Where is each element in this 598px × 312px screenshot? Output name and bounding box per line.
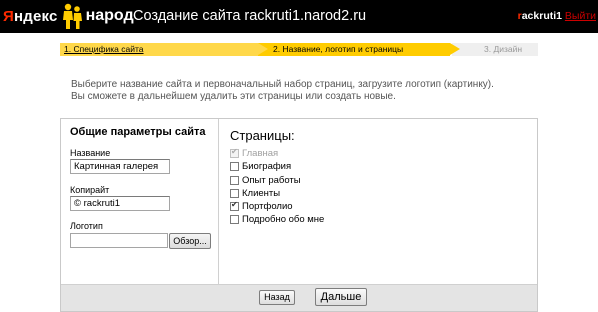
page-label-clients: Клиенты xyxy=(242,187,281,199)
next-button[interactable]: Дальше xyxy=(315,288,367,306)
step-2-arrow xyxy=(450,43,460,55)
page-item-experience[interactable]: Опыт работы xyxy=(230,174,301,186)
name-label: Название xyxy=(70,148,111,158)
page-label-portfolio: Портфолио xyxy=(242,200,293,212)
page-item-home: Главная xyxy=(230,147,278,159)
checkbox-clients[interactable] xyxy=(230,188,239,198)
general-settings: Общие параметры сайта Название Копирайт … xyxy=(61,119,219,284)
page-item-about-me[interactable]: Подробно обо мне xyxy=(230,213,324,225)
page-item-biography[interactable]: Биография xyxy=(230,160,291,172)
copyright-input[interactable] xyxy=(70,196,170,211)
page-title: Создание сайта rackruti1.narod2.ru xyxy=(133,8,367,24)
checkbox-portfolio[interactable] xyxy=(230,200,239,211)
logo-yandex: Яндекс xyxy=(3,7,58,25)
checkbox-experience[interactable] xyxy=(230,175,239,185)
checkbox-biography[interactable] xyxy=(230,161,239,171)
settings-panel: Общие параметры сайта Название Копирайт … xyxy=(60,118,538,312)
page-label-home: Главная xyxy=(242,147,279,159)
page-item-clients[interactable]: Клиенты xyxy=(230,187,280,199)
step-2-label: 2. Название, логотип и страницы xyxy=(273,44,404,54)
narod-figures-icon xyxy=(62,3,82,29)
page-label-about-me: Подробно обо мне xyxy=(242,213,325,225)
yandex-narod-logo[interactable]: Яндекс народ xyxy=(3,2,134,30)
browse-button[interactable]: Обзор... xyxy=(169,233,211,249)
logo-label: Логотип xyxy=(70,221,103,231)
intro-line-2: Вы сможете в дальнейшем удалить эти стра… xyxy=(71,91,396,102)
intro-line-1: Выберите название сайта и первоначальный… xyxy=(71,79,494,90)
copyright-label: Копирайт xyxy=(70,185,110,195)
page-item-portfolio[interactable]: Портфолио xyxy=(230,200,293,212)
site-name-input[interactable] xyxy=(70,159,170,174)
top-bar: Яндекс народ Создание сайта rackruti1.na… xyxy=(0,0,598,33)
step-1-link[interactable]: 1. Специфика сайта xyxy=(64,43,144,56)
checkbox-about-me[interactable] xyxy=(230,214,239,224)
exit-link[interactable]: Выйти xyxy=(565,10,596,22)
form-footer: Назад Дальше xyxy=(61,284,537,311)
user-link[interactable]: rackruti1 xyxy=(518,10,562,22)
intro-text: Выберите название сайта и первоначальный… xyxy=(71,79,531,103)
page-label-biography: Биография xyxy=(242,160,292,172)
pages-title: Страницы: xyxy=(230,128,295,143)
wizard-steps: 1. Специфика сайта 2. Название, логотип … xyxy=(60,43,538,56)
step-3-label: 3. Дизайн xyxy=(484,44,523,54)
logo-file-input[interactable] xyxy=(70,233,168,248)
general-settings-title: Общие параметры сайта xyxy=(70,126,206,138)
step-1-arrow xyxy=(258,43,268,55)
back-button[interactable]: Назад xyxy=(259,290,295,305)
checkbox-home xyxy=(230,147,239,158)
pages-section: Страницы: Главная Биография Опыт работы … xyxy=(220,119,538,284)
page-label-experience: Опыт работы xyxy=(242,174,301,186)
logo-narod: народ xyxy=(85,7,134,24)
